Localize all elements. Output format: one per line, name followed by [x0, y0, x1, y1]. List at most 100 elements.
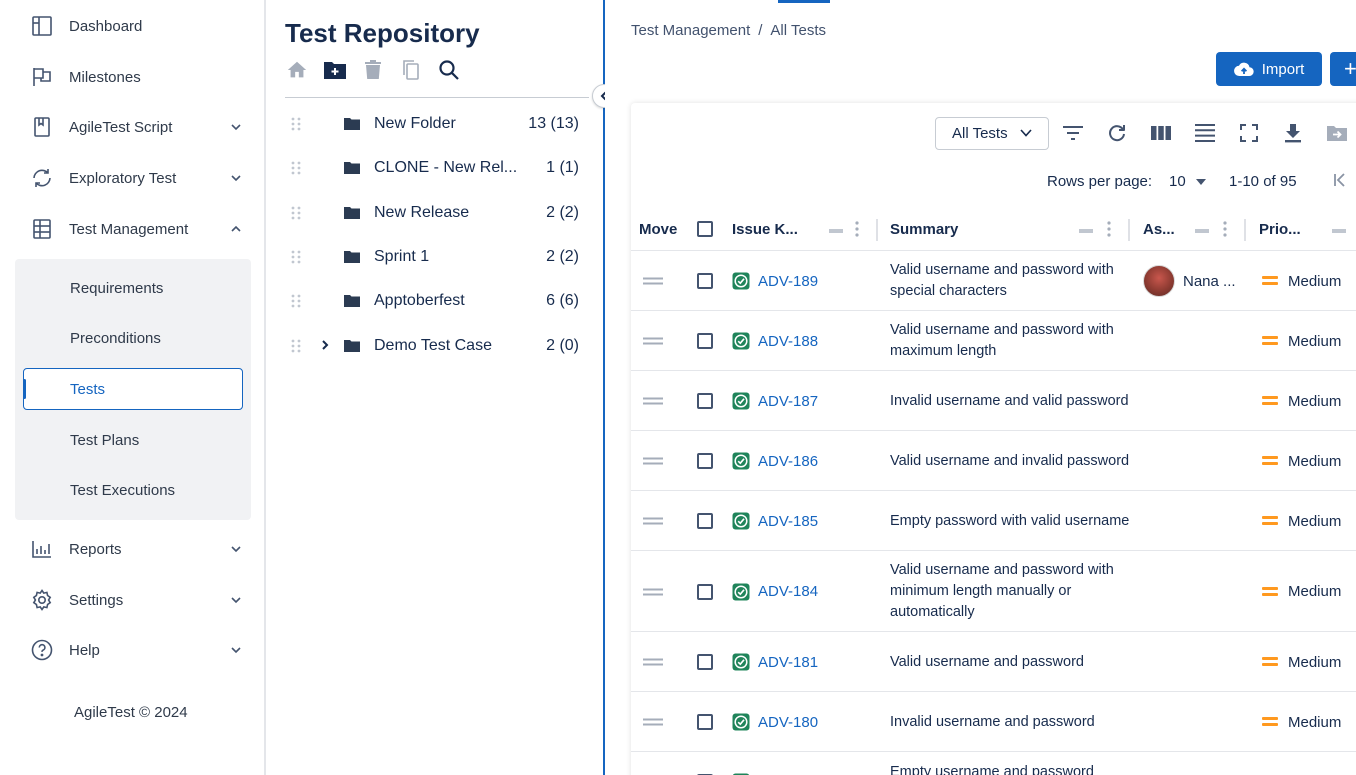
submenu-item-requirements[interactable]: Requirements — [15, 267, 251, 309]
row-drag-handle-icon[interactable] — [643, 632, 663, 692]
drag-handle-icon[interactable] — [291, 294, 301, 308]
column-header-issue-key[interactable]: Issue K... — [732, 207, 798, 251]
submenu-item-test-plans[interactable]: Test Plans — [15, 419, 251, 461]
column-drag-icon[interactable] — [1332, 229, 1346, 233]
sidebar-item-agiletest-script[interactable]: AgileTest Script — [0, 102, 266, 152]
folder-item[interactable]: CLONE - New Rel... 1 (1) — [285, 146, 581, 190]
drag-handle-icon[interactable] — [291, 161, 301, 175]
table-row[interactable]: ADV-186 Valid username and invalid passw… — [631, 431, 1356, 491]
table-row[interactable]: Empty username and password — [631, 752, 1356, 775]
folder-item[interactable]: New Release 2 (2) — [285, 191, 581, 235]
move-to-folder-icon[interactable] — [1325, 121, 1349, 145]
row-drag-handle-icon[interactable] — [643, 311, 663, 371]
submenu-item-test-executions[interactable]: Test Executions — [15, 469, 251, 511]
row-checkbox[interactable] — [697, 311, 713, 371]
home-icon[interactable] — [285, 58, 309, 82]
add-test-button[interactable]: + — [1330, 52, 1356, 86]
drag-handle-icon[interactable] — [291, 250, 301, 264]
row-drag-handle-icon[interactable] — [643, 251, 663, 311]
column-menu-icon[interactable] — [1223, 221, 1227, 242]
chevron-right-icon[interactable] — [318, 338, 332, 352]
table-row[interactable]: ADV-180 Invalid username and password Me… — [631, 692, 1356, 752]
table-row[interactable]: ADV-189 Valid username and password with… — [631, 251, 1356, 311]
submenu-item-tests[interactable]: Tests — [23, 368, 243, 410]
row-checkbox[interactable] — [697, 692, 713, 752]
checkbox[interactable] — [697, 714, 713, 730]
column-menu-icon[interactable] — [855, 221, 859, 242]
column-drag-icon[interactable] — [829, 229, 843, 233]
breadcrumb-item[interactable]: Test Management — [631, 22, 750, 39]
issue-key-link[interactable]: ADV-181 — [758, 654, 818, 671]
sidebar-item-dashboard[interactable]: Dashboard — [0, 1, 266, 51]
row-drag-handle-icon[interactable] — [643, 371, 663, 431]
checkbox[interactable] — [697, 273, 713, 289]
density-icon[interactable] — [1193, 121, 1217, 145]
chevron-down-icon[interactable] — [228, 541, 244, 557]
column-menu-icon[interactable] — [1107, 221, 1111, 242]
columns-icon[interactable] — [1149, 121, 1173, 145]
checkbox[interactable] — [697, 583, 713, 600]
chevron-down-icon[interactable] — [228, 642, 244, 658]
column-drag-icon[interactable] — [1195, 229, 1209, 233]
table-row[interactable]: ADV-181 Valid username and password Medi… — [631, 632, 1356, 692]
view-select[interactable]: All Tests — [935, 117, 1049, 150]
row-drag-handle-icon[interactable] — [643, 491, 663, 551]
folder-item[interactable]: Demo Test Case 2 (0) — [285, 324, 581, 368]
column-header-summary[interactable]: Summary — [890, 207, 958, 251]
sidebar-item-test-management[interactable]: Test Management — [0, 204, 266, 254]
table-row[interactable]: ADV-188 Valid username and password with… — [631, 311, 1356, 371]
checkbox[interactable] — [697, 221, 713, 237]
sidebar-item-exploratory-test[interactable]: Exploratory Test — [0, 153, 266, 203]
row-checkbox[interactable] — [697, 632, 713, 692]
folder-item[interactable]: New Folder 13 (13) — [285, 102, 581, 146]
new-folder-icon[interactable] — [323, 58, 347, 82]
issue-key-link[interactable]: ADV-187 — [758, 393, 818, 410]
issue-key-link[interactable]: ADV-180 — [758, 714, 818, 731]
chevron-down-icon[interactable] — [228, 170, 244, 186]
checkbox[interactable] — [697, 333, 713, 349]
row-checkbox[interactable] — [697, 551, 713, 632]
column-separator[interactable] — [1244, 219, 1246, 241]
checkbox[interactable] — [697, 453, 713, 469]
column-header-assignee[interactable]: As... — [1143, 207, 1175, 251]
row-checkbox[interactable] — [697, 371, 713, 431]
column-drag-icon[interactable] — [1079, 229, 1093, 233]
column-separator[interactable] — [1128, 219, 1130, 241]
checkbox[interactable] — [697, 393, 713, 409]
sidebar-item-milestones[interactable]: Milestones — [0, 52, 266, 102]
issue-key-link[interactable]: ADV-188 — [758, 333, 818, 350]
refresh-icon[interactable] — [1105, 121, 1129, 145]
download-icon[interactable] — [1281, 121, 1305, 145]
copy-icon[interactable] — [399, 58, 423, 82]
sidebar-item-reports[interactable]: Reports — [0, 524, 266, 574]
drag-handle-icon[interactable] — [291, 117, 301, 131]
issue-key-link[interactable]: ADV-189 — [758, 273, 818, 290]
table-row[interactable]: ADV-185 Empty password with valid userna… — [631, 491, 1356, 551]
select-all-checkbox[interactable] — [697, 207, 713, 251]
drag-handle-icon[interactable] — [291, 339, 301, 353]
column-header-priority[interactable]: Prio... — [1259, 207, 1301, 251]
chevron-down-icon[interactable] — [228, 119, 244, 135]
rows-per-page-select[interactable]: 10 — [1169, 173, 1206, 190]
search-icon[interactable] — [437, 58, 461, 82]
row-checkbox[interactable] — [697, 251, 713, 311]
chevron-up-icon[interactable] — [228, 221, 244, 237]
checkbox[interactable] — [697, 654, 713, 670]
chevron-down-icon[interactable] — [228, 592, 244, 608]
issue-key-link[interactable]: ADV-184 — [758, 583, 818, 600]
column-header-move[interactable]: Move — [639, 207, 677, 251]
row-checkbox[interactable] — [697, 752, 713, 775]
issue-key-link[interactable]: ADV-185 — [758, 513, 818, 530]
sidebar-item-help[interactable]: Help — [0, 625, 266, 675]
sidebar-item-settings[interactable]: Settings — [0, 575, 266, 625]
first-page-icon[interactable] — [1331, 171, 1351, 191]
import-button[interactable]: Import — [1216, 52, 1322, 86]
folder-item[interactable]: Sprint 1 2 (2) — [285, 235, 581, 279]
row-drag-handle-icon[interactable] — [643, 431, 663, 491]
column-separator[interactable] — [876, 219, 878, 241]
drag-handle-icon[interactable] — [291, 206, 301, 220]
filter-icon[interactable] — [1061, 121, 1085, 145]
row-drag-handle-icon[interactable] — [643, 692, 663, 752]
row-drag-handle-icon[interactable] — [643, 752, 663, 775]
issue-key-link[interactable]: ADV-186 — [758, 453, 818, 470]
